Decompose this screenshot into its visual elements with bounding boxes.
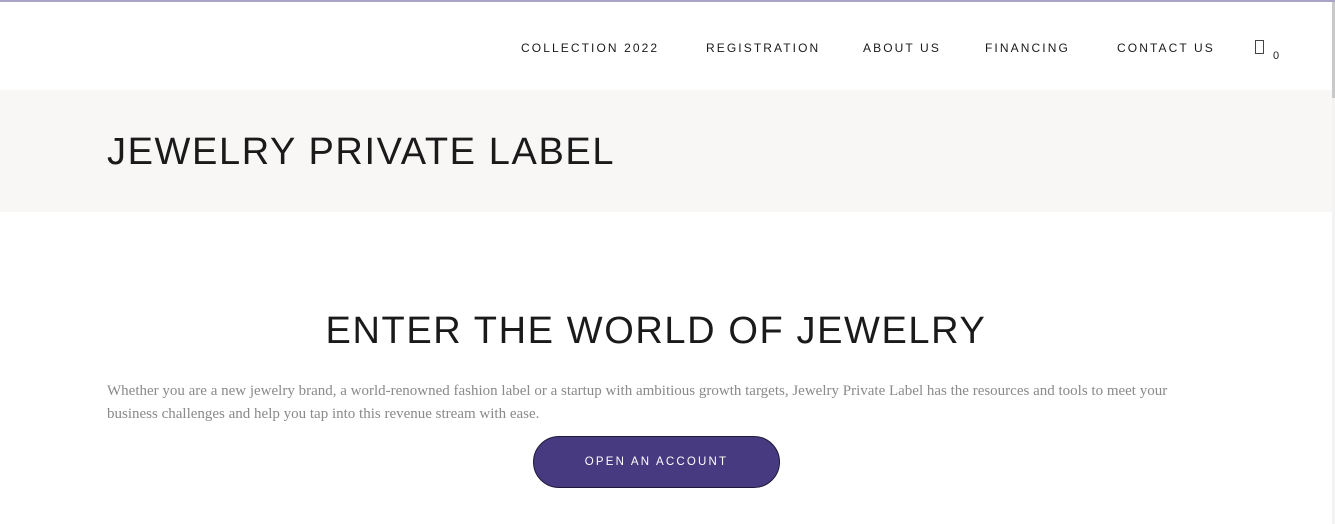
- intro-paragraph: Whether you are a new jewelry brand, a w…: [107, 383, 1168, 422]
- cart-count: 0: [1273, 50, 1280, 62]
- cart-button[interactable]: 0: [1255, 40, 1285, 64]
- nav-item-contact-us[interactable]: CONTACT US: [1117, 41, 1215, 55]
- nav-item-registration[interactable]: REGISTRATION: [706, 41, 820, 55]
- open-account-button[interactable]: OPEN AN ACCOUNT: [533, 436, 780, 488]
- nav-item-about-us[interactable]: ABOUT US: [863, 41, 941, 55]
- page-title: JEWELRY PRIVATE LABEL: [107, 131, 616, 173]
- cart-icon: [1255, 40, 1264, 54]
- nav-item-financing[interactable]: FINANCING: [985, 41, 1070, 55]
- nav-item-collection-2022[interactable]: COLLECTION 2022: [521, 41, 659, 55]
- site-header: COLLECTION 2022 REGISTRATION ABOUT US FI…: [0, 2, 1332, 90]
- section-heading: ENTER THE WORLD OF JEWELRY: [325, 310, 987, 352]
- main-nav: COLLECTION 2022 REGISTRATION ABOUT US FI…: [0, 2, 1332, 90]
